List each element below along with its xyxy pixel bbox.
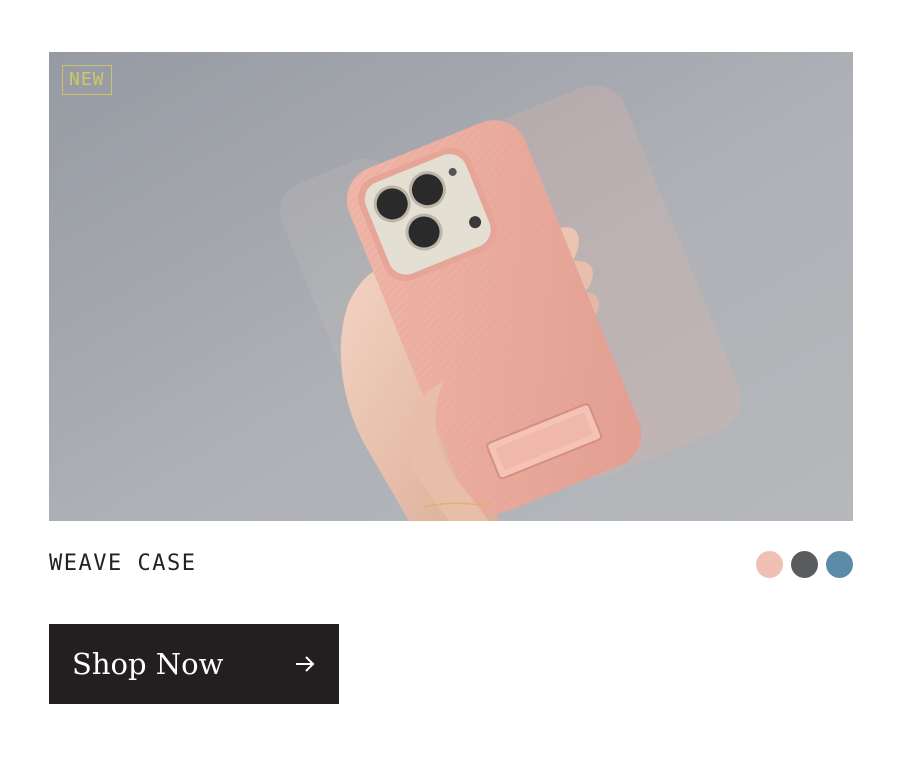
swatch-blue[interactable] (826, 551, 853, 578)
swatch-pink[interactable] (756, 551, 783, 578)
new-badge: NEW (62, 65, 112, 95)
arrow-right-icon (296, 656, 315, 672)
product-card: NEW WEAVE CASE Shop Now (0, 0, 900, 762)
product-photo (49, 52, 853, 521)
swatch-charcoal[interactable] (791, 551, 818, 578)
product-image[interactable]: NEW (49, 52, 853, 521)
shop-now-button[interactable]: Shop Now (49, 624, 339, 704)
color-swatches (756, 551, 853, 578)
product-name: WEAVE CASE (49, 551, 197, 576)
shop-now-label: Shop Now (72, 647, 224, 681)
